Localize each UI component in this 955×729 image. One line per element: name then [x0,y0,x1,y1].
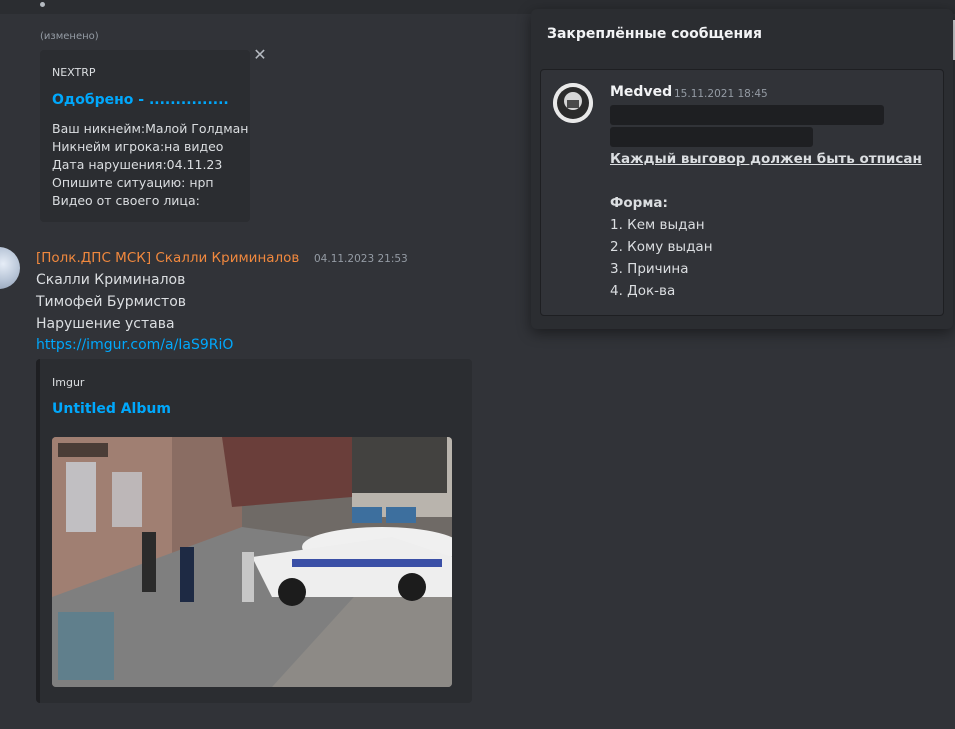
message-line: Нарушение устава [36,316,175,332]
pinned-messages-panel: Закреплённые сообщения Medved 15.11.2021… [531,9,953,329]
pinned-list-item: 3. Причина [610,261,689,277]
avatar[interactable] [0,247,20,289]
pinned-timestamp: 15.11.2021 18:45 [674,88,768,100]
embed-title[interactable]: Одобрено - ............... [52,92,229,108]
avatar[interactable] [553,83,593,123]
link-embed-nextrp: NEXTRP Одобрено - ............... Ваш ни… [40,50,250,222]
spoiler-bar[interactable] [610,127,813,147]
pinned-list-item: 4. Док-ва [610,283,676,299]
spoiler-bar[interactable] [610,105,884,125]
message-link[interactable]: https://imgur.com/a/IaS9RiO [36,337,233,353]
message-line: Скалли Криминалов [36,272,186,288]
message-author[interactable]: [Полк.ДПС МСК] Скалли Криминалов [36,250,299,266]
pinned-bold-text: Каждый выговор должен быть отписан [610,151,922,167]
pinned-header: Закреплённые сообщения [547,26,762,42]
close-icon[interactable]: ✕ [252,47,268,63]
game-screenshot-image[interactable] [52,437,452,687]
pinned-form-label: Форма: [610,195,668,211]
link-embed-imgur: Imgur Untitled Album [36,359,472,703]
embed-provider: NEXTRP [52,66,96,79]
embed-provider: Imgur [52,376,85,389]
message-line: Тимофей Бурмистов [36,294,187,310]
pinned-author[interactable]: Medved [610,84,672,100]
bullet-dot [40,2,45,7]
pinned-list-item: 1. Кем выдан [610,217,705,233]
message-timestamp: 04.11.2023 21:53 [314,253,408,265]
pinned-message[interactable]: Medved 15.11.2021 18:45 Каждый выговор д… [540,69,944,316]
edited-label: (изменено) [40,31,99,42]
embed-description: Ваш никнейм:Малой Голдман Никнейм игрока… [52,121,249,208]
pinned-list-item: 2. Кому выдан [610,239,713,255]
embed-title[interactable]: Untitled Album [52,401,171,417]
